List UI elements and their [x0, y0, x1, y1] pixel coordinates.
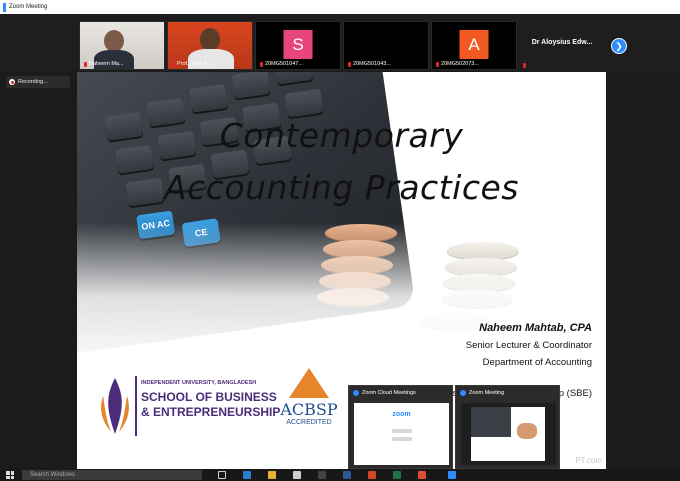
participant-tile[interactable]: Naheem Ma...: [79, 21, 165, 70]
acbsp-logo: ACBSP ACCREDITED: [277, 368, 341, 442]
windows-taskbar: Search Windows: [0, 469, 680, 481]
muted-mic-icon: [436, 61, 439, 67]
acbsp-triangle-icon: [289, 368, 329, 398]
acbsp-accredited: ACCREDITED: [286, 419, 332, 426]
window-title: Zoom Meeting: [9, 4, 48, 10]
zoom-icon: [353, 389, 359, 396]
preview-title: Zoom Meeting: [469, 389, 505, 396]
muted-mic-icon: [172, 61, 175, 67]
app-icon[interactable]: [318, 471, 326, 479]
logo-line1: SCHOOL OF BUSINESS: [141, 390, 277, 404]
presenter-department: Department of Accounting: [482, 357, 592, 368]
muted-mic-icon: [260, 61, 263, 67]
slide-title-line2: Accounting Practices: [164, 168, 519, 207]
mini-calculator: [471, 407, 511, 437]
record-icon: [9, 79, 15, 85]
mini-coins: [517, 423, 537, 439]
next-page-button[interactable]: ❯: [611, 38, 627, 54]
participant-name-tag: 20MG502073...: [436, 61, 479, 67]
mini-button: [392, 429, 412, 433]
iub-flame-icon: [101, 378, 129, 434]
participant-strip: Naheem Ma... Prof. John Ri... S 20MG5010…: [0, 14, 680, 71]
store-icon[interactable]: [293, 471, 301, 479]
file-explorer-icon[interactable]: [268, 471, 276, 479]
muted-mic-icon: [348, 61, 351, 67]
taskbar-preview-zoom-meeting[interactable]: Zoom Meeting: [455, 385, 560, 469]
calculator-key: [231, 72, 271, 99]
zoom-taskbar-icon[interactable]: [448, 471, 456, 479]
edge-icon[interactable]: [243, 471, 251, 479]
participant-head: [200, 28, 220, 51]
logo-line2: & ENTREPRENEURSHIP: [141, 405, 281, 419]
participant-tile[interactable]: Prof. John Ri...: [167, 21, 253, 70]
zoom-icon: [460, 389, 466, 396]
title-bar: Zoom Meeting: [0, 0, 680, 14]
presenter-block: Naheem Mahtab, CPA Senior Lecturer & Coo…: [466, 322, 592, 368]
participant-tile[interactable]: S 20MG501047...: [255, 21, 341, 70]
recording-indicator[interactable]: Recording...: [6, 76, 70, 88]
presenter-title: Senior Lecturer & Coordinator: [465, 340, 592, 351]
iub-sbe-logo: INDEPENDENT UNIVERSITY, BANGLADESH SCHOO…: [97, 372, 281, 442]
participant-avatar: A: [459, 30, 489, 59]
mini-slide: [471, 407, 545, 461]
preview-thumbnail: [461, 403, 556, 465]
preview-thumbnail: zoom: [354, 403, 449, 465]
muted-mic-icon: [84, 61, 87, 67]
recording-label: Recording...: [18, 79, 48, 85]
preview-header: Zoom Meeting: [456, 386, 559, 399]
participant-tile[interactable]: Dr Aloysius Edw...: [519, 21, 605, 70]
task-view-icon[interactable]: [218, 471, 226, 479]
participant-tile[interactable]: 20MG501043...: [343, 21, 429, 70]
logo-university: INDEPENDENT UNIVERSITY, BANGLADESH: [141, 380, 257, 386]
participant-name-tag: 20MG501043...: [348, 61, 391, 67]
participant-name-large: Dr Aloysius Edw...: [531, 39, 593, 46]
preview-title: Zoom Cloud Meetings: [362, 389, 416, 396]
word-icon[interactable]: [343, 471, 351, 479]
participant-name-tag: [523, 63, 526, 68]
participant-tile[interactable]: A 20MG502073...: [431, 21, 517, 70]
preview-header: Zoom Cloud Meetings: [349, 386, 452, 399]
powerpoint-icon[interactable]: [368, 471, 376, 479]
participant-name-tag: Naheem Ma...: [84, 61, 124, 67]
slide-watermark: PT.com: [575, 456, 602, 465]
taskbar-preview-zoom-cloud[interactable]: Zoom Cloud Meetings zoom: [348, 385, 453, 469]
calculator-key: [273, 72, 313, 85]
calculator-key: [284, 88, 324, 118]
slide-title-line1: Contemporary: [219, 116, 464, 155]
chevron-right-icon: ❯: [615, 40, 623, 51]
windows-start-icon[interactable]: [6, 471, 14, 479]
zoom-app-icon: [3, 2, 6, 12]
acbsp-name: ACBSP: [280, 400, 338, 419]
mini-button: [392, 437, 412, 441]
zoom-window: Zoom Meeting Naheem Ma... Prof. John Ri.…: [0, 0, 680, 481]
chrome-icon[interactable]: [418, 471, 426, 479]
participant-name-tag: Prof. John Ri...: [172, 61, 213, 67]
logo-divider: [135, 376, 137, 436]
participant-name-tag: 20MG501047...: [260, 61, 303, 67]
excel-icon[interactable]: [393, 471, 401, 479]
participant-avatar: S: [283, 30, 313, 59]
participant-body: [94, 50, 134, 69]
calculator-key: [189, 83, 229, 113]
zoom-logo-text: zoom: [392, 411, 411, 418]
presenter-name: Naheem Mahtab, CPA: [479, 322, 592, 334]
taskbar-search-input[interactable]: Search Windows: [22, 470, 202, 480]
participant-head: [104, 30, 124, 52]
muted-mic-icon: [523, 63, 526, 68]
